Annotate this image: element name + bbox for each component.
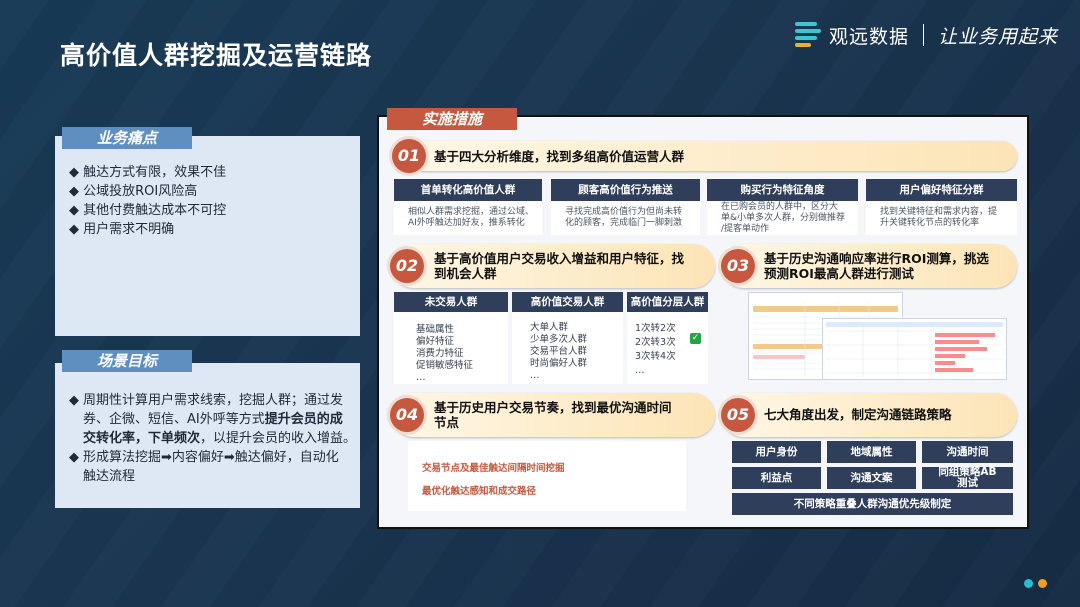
brand: 观远数据 让业务用起来 (795, 20, 1058, 50)
logo-icon (795, 22, 821, 48)
dim-head: 首单转化高价值人群 (394, 179, 542, 201)
group-body: 大单人群 少单多次人群 交易平台人群 时尚偏好人群… (512, 312, 623, 384)
goal-list: ◆ 周期性计算用户需求线索，挖掘人群；通过发 券、企微、短信、AI外呼等方式提升… (69, 391, 356, 486)
pain-item: ◆ 其他付费触达成本不可控 (69, 203, 227, 218)
group-head: 高价值交易人群 (512, 292, 623, 312)
dot-icon (1038, 579, 1047, 588)
strategy-item: 用户身份 (732, 441, 821, 463)
step-04: 基于历史用户交易节奏，找到最优沟通时间 节点 (392, 393, 715, 437)
pain-item: ◆ 触达方式有限，效果不佳 (69, 165, 227, 180)
brand-divider (923, 24, 925, 46)
pain-list: ◆ 触达方式有限，效果不佳 ◆ 公域投放ROI风险高 ◆ 其他付费触达成本不可控… (69, 163, 226, 239)
step-03-text: 基于历史沟通响应率进行ROI测算，挑选 预测ROI最高人群进行测试 (764, 251, 989, 281)
goal-tag: 场景目标 (62, 350, 192, 372)
step-04-number: 04 (390, 398, 424, 432)
step-01: 基于四大分析维度，找到多组高价值运营人群 (392, 141, 1017, 171)
rhythm-item: 最优化触达感知和成交路径 (422, 486, 537, 497)
strategy-item: 利益点 (732, 467, 821, 489)
dim-body: 相似人群需求挖掘，通过公域、 AI外呼触达加好友，推系转化 (394, 201, 542, 235)
brand-name: 观远数据 (829, 25, 910, 48)
page-dots (1024, 573, 1052, 592)
goal-item: ◆ 形成算法挖掘➡内容偏好➡触达偏好，自动化 触达流程 (69, 450, 339, 484)
strategy-item: 同组策略AB 测试 (922, 467, 1013, 489)
step-05: 七大角度出发，制定沟通链路策略 (722, 393, 1017, 437)
brand-slogan: 让业务用起来 (938, 25, 1059, 48)
goal-panel: ◆ 周期性计算用户需求线索，挖掘人群；通过发 券、企微、短信、AI外呼等方式提升… (55, 363, 360, 508)
page-title: 高价值人群挖掘及运营链路 (60, 41, 373, 70)
step-01-text: 基于四大分析维度，找到多组高价值运营人群 (434, 149, 685, 164)
dim-body: 找到关键特征和需求内容，提 升关键转化节点的转化率 (866, 201, 1017, 235)
dim-head: 用户偏好特征分群 (866, 179, 1017, 201)
pain-item: ◆ 用户需求不明确 (69, 222, 175, 237)
dot-icon (1024, 579, 1033, 588)
checkmark-icon: ✓ (690, 333, 701, 344)
rhythm-box: 交易节点及最佳触达间隔时间挖掘 最优化触达感知和成交路径 (408, 441, 686, 511)
step-04-text: 基于历史用户交易节奏，找到最优沟通时间 节点 (434, 400, 672, 430)
step-02-number: 02 (390, 249, 424, 283)
group-body: 基础属性 偏好特征 消费力特征 促销敏感特征 … (394, 312, 508, 384)
dim-head: 顾客高价值行为推送 (551, 179, 700, 201)
strategy-item: 沟通时间 (922, 441, 1013, 463)
pain-item: ◆ 公域投放ROI风险高 (69, 184, 198, 199)
strategy-footer: 不同策略重叠人群沟通优先级制定 (732, 493, 1013, 515)
strategy-item: 沟通文案 (827, 467, 916, 489)
implementation-tag: 实施措施 (387, 108, 517, 130)
group-body: 1次转2次 2次转3次 3次转4次… ✓ (627, 312, 708, 384)
step-02-text: 基于高价值用户交易收入增益和用户特征，找 到机会人群 (434, 251, 685, 281)
step-01-number: 01 (392, 139, 426, 173)
pain-tag: 业务痛点 (62, 127, 192, 149)
step-05-number: 05 (721, 398, 755, 432)
step-03-number: 03 (721, 249, 755, 283)
step-03: 基于历史沟通响应率进行ROI测算，挑选 预测ROI最高人群进行测试 (722, 244, 1017, 288)
group-head: 未交易人群 (394, 292, 508, 312)
group-head: 高价值分层人群 (627, 292, 708, 312)
dim-head: 购买行为特征角度 (707, 179, 858, 201)
goal-item: ◆ 周期性计算用户需求线索，挖掘人群；通过发 券、企微、短信、AI外呼等方式提升… (69, 393, 357, 446)
step-02: 基于高价值用户交易收入增益和用户特征，找 到机会人群 (392, 244, 715, 288)
strategy-item: 地域属性 (827, 441, 916, 463)
dim-body: 在已购会员的人群中，区分大 单&小单多次人群，分别做推荐/提客单动作 (707, 201, 858, 235)
rhythm-item: 交易节点及最佳触达间隔时间挖掘 (422, 463, 565, 474)
step-05-text: 七大角度出发，制定沟通链路策略 (764, 407, 952, 422)
dim-body: 寻找完成高价值行为但尚未转 化的顾客，完成临门一脚刺激 (551, 201, 700, 235)
roi-sheet-thumbnail (822, 318, 1007, 380)
pain-panel: ◆ 触达方式有限，效果不佳 ◆ 公域投放ROI风险高 ◆ 其他付费触达成本不可控… (55, 136, 360, 336)
